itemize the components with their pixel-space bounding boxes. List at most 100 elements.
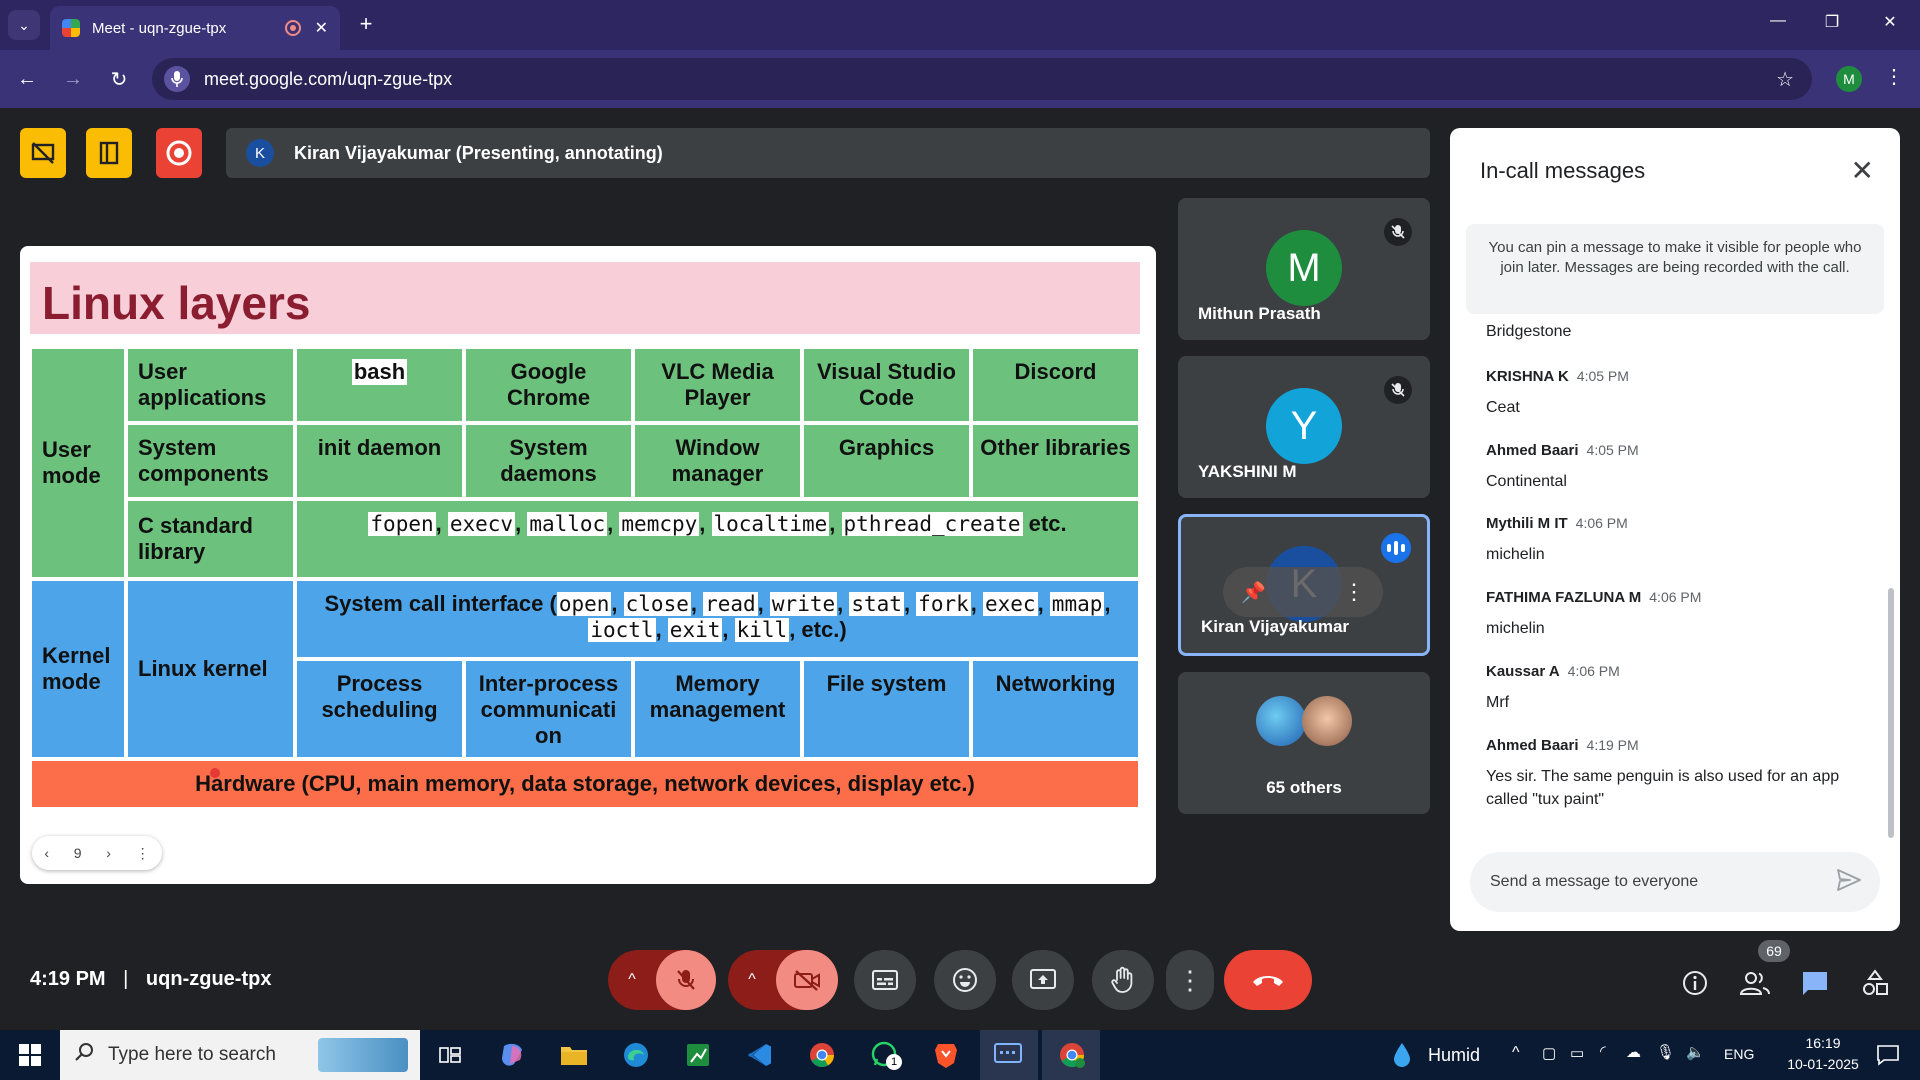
separator: |	[123, 968, 129, 990]
notification-icon[interactable]	[1872, 1040, 1904, 1070]
browser-menu-icon[interactable]: ⋮	[1884, 64, 1904, 89]
microphone-in-use-icon[interactable]	[164, 66, 190, 92]
weather-drop-icon[interactable]	[1386, 1040, 1418, 1070]
message-sender: Ahmed Baari	[1486, 442, 1579, 459]
message-text: Mrf	[1486, 694, 1510, 711]
present-button[interactable]	[1012, 950, 1074, 1010]
windows-taskbar: Type here to search 1 Humid ^ ▢ ▭ ◜ ☁ 🎙 …	[0, 1030, 1920, 1080]
participant-tile[interactable]: Y YAKSHINI M	[1178, 356, 1430, 498]
omnibox[interactable]: meet.google.com/uqn-zgue-tpx ☆	[152, 58, 1812, 100]
shared-slide: Linux layers User mode User applications…	[20, 246, 1156, 884]
chat-icon[interactable]	[1798, 966, 1832, 1000]
syscall-interface-cell: System call interface (open, close, read…	[295, 579, 1140, 659]
others-avatar-2	[1302, 696, 1352, 746]
window-close-button[interactable]: ✕	[1878, 12, 1902, 32]
back-button[interactable]: ←	[12, 64, 42, 94]
chat-scrollbar[interactable]	[1888, 588, 1894, 838]
spreadsheet-app-icon[interactable]	[682, 1040, 714, 1070]
battery-icon[interactable]: ▭	[1570, 1044, 1584, 1062]
windows-start-icon[interactable]	[14, 1040, 46, 1070]
browser-tab[interactable]: Meet - uqn-zgue-tpx ✕	[50, 6, 340, 50]
search-icon	[74, 1042, 94, 1068]
wifi-icon[interactable]: ◜	[1600, 1042, 1606, 1060]
message-text: michelin	[1486, 546, 1545, 563]
minimize-button[interactable]: —	[1766, 12, 1790, 30]
chat-app-icon[interactable]	[992, 1040, 1024, 1070]
file-explorer-icon[interactable]	[558, 1040, 590, 1070]
message-time: 4:06 PM	[1575, 515, 1628, 531]
tray-expand-icon[interactable]: ^	[1512, 1044, 1520, 1062]
syscall-prefix: System call interface (	[324, 591, 557, 616]
vscode-icon[interactable]	[744, 1040, 776, 1070]
syscall: read	[703, 592, 758, 616]
c-func: localtime	[711, 512, 830, 536]
edge-icon[interactable]	[620, 1040, 652, 1070]
captions-button[interactable]	[854, 950, 916, 1010]
raise-hand-button[interactable]	[1092, 950, 1154, 1010]
chrome-profile-icon[interactable]	[1056, 1040, 1088, 1070]
chrome-icon[interactable]	[806, 1040, 838, 1070]
volume-icon[interactable]: 🔈	[1686, 1043, 1705, 1061]
next-slide-icon[interactable]: ›	[106, 845, 111, 861]
meet-favicon-icon	[62, 19, 80, 37]
slide-more-icon[interactable]: ⋮	[136, 845, 150, 862]
recording-indicator-icon	[284, 20, 301, 36]
task-view-icon[interactable]	[434, 1040, 466, 1070]
message-input[interactable]	[1490, 873, 1820, 891]
mic-tray-icon[interactable]: 🎙	[1656, 1043, 1675, 1061]
bookmark-star-icon[interactable]: ☆	[1776, 67, 1794, 92]
people-icon[interactable]	[1738, 966, 1772, 1000]
app-cell: Google Chrome	[464, 347, 633, 423]
mic-options-chevron-icon[interactable]: ^	[608, 971, 656, 989]
tile-more-icon[interactable]: ⋮	[1343, 579, 1365, 605]
reload-button[interactable]: ↻	[104, 64, 134, 94]
weather-label[interactable]: Humid	[1428, 1045, 1480, 1066]
mic-toggle-button[interactable]	[656, 950, 716, 1010]
tab-close-icon[interactable]: ✕	[315, 18, 328, 38]
copilot-icon[interactable]	[496, 1040, 528, 1070]
app-cell: VLC Media Player	[633, 347, 802, 423]
others-tile[interactable]: 65 others	[1178, 672, 1430, 814]
tab-search-button[interactable]: ⌄	[8, 10, 40, 40]
close-chat-icon[interactable]: ✕	[1851, 154, 1874, 187]
camera-options-chevron-icon[interactable]: ^	[728, 971, 776, 989]
meeting-details-icon[interactable]	[1678, 966, 1712, 1000]
taskbar-search[interactable]: Type here to search	[60, 1030, 420, 1080]
whatsapp-icon[interactable]: 1	[868, 1040, 902, 1070]
message-text: michelin	[1486, 620, 1545, 637]
message-sender: Mythili M IT	[1486, 515, 1568, 532]
profile-avatar[interactable]: M	[1836, 66, 1862, 92]
onedrive-icon[interactable]: ☁	[1626, 1043, 1641, 1061]
message-text: Ceat	[1486, 399, 1520, 416]
presentation-panel-icon[interactable]	[86, 128, 132, 178]
mic-off-icon	[1384, 218, 1412, 246]
kernel-part-cell: Memory management	[633, 659, 802, 759]
activities-icon[interactable]	[1858, 966, 1892, 1000]
reactions-button[interactable]	[934, 950, 996, 1010]
prev-slide-icon[interactable]: ‹	[44, 845, 49, 861]
brave-icon[interactable]	[930, 1040, 962, 1070]
recording-icon[interactable]	[156, 128, 202, 178]
syscall-suffix: , etc.)	[789, 616, 847, 642]
participant-tile[interactable]: M Mithun Prasath	[1178, 198, 1430, 340]
send-icon[interactable]	[1836, 868, 1862, 897]
language-indicator[interactable]: ENG	[1724, 1046, 1754, 1062]
component-cell: System daemons	[464, 423, 633, 499]
hardware-row: Hardware (CPU, main memory, data storage…	[30, 759, 1140, 809]
camera-toggle-button[interactable]	[776, 950, 838, 1010]
stop-presenting-icon[interactable]	[20, 128, 66, 178]
participant-tile-active-speaker[interactable]: K 📌 ⋮ Kiran Vijayakumar	[1178, 514, 1430, 656]
presenting-banner: K Kiran Vijayakumar (Presenting, annotat…	[226, 128, 1430, 178]
c-functions-cell: fopen, execv, malloc, memcpy, localtime,…	[295, 499, 1140, 579]
new-tab-button[interactable]: +	[352, 10, 380, 38]
taskbar-time[interactable]: 16:19	[1788, 1035, 1858, 1051]
leave-call-button[interactable]	[1224, 950, 1312, 1010]
mic-control-group: ^	[608, 950, 716, 1010]
forward-button[interactable]: →	[58, 64, 88, 94]
pin-icon[interactable]: 📌	[1241, 580, 1266, 605]
meet-tray-icon[interactable]: ▢	[1542, 1044, 1556, 1062]
taskbar-date[interactable]: 10-01-2025	[1780, 1056, 1866, 1072]
restore-button[interactable]: ❐	[1820, 12, 1844, 32]
more-options-button[interactable]: ⋮	[1166, 950, 1214, 1010]
linux-kernel-label: Linux kernel	[126, 579, 295, 759]
